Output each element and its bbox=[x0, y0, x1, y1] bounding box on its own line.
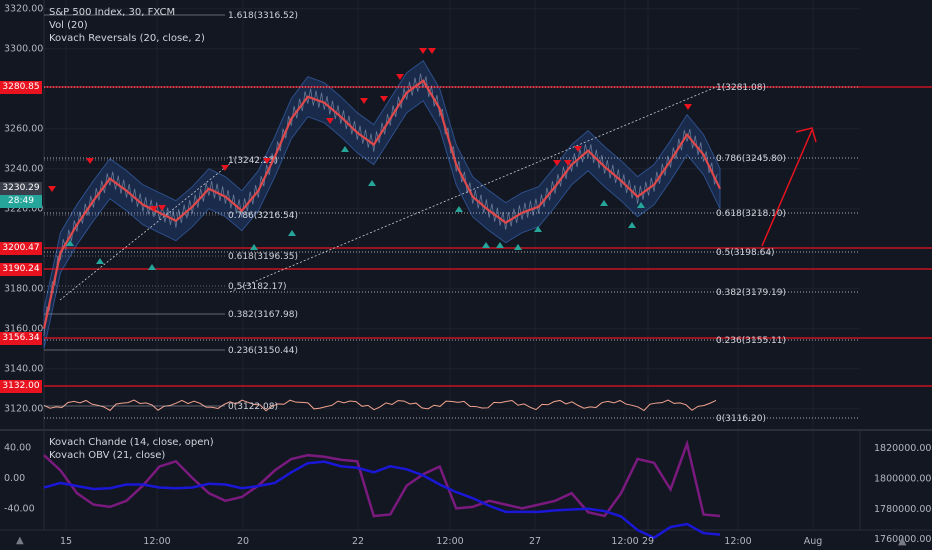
up-arrow-marker bbox=[288, 230, 296, 236]
fib-label-left: 0(3122.08) bbox=[228, 402, 278, 412]
x-tick-label: 15 bbox=[60, 536, 72, 547]
x-tick-label: 29 bbox=[642, 536, 654, 547]
axes: 15 12:00 20 22 12:00 27 12:00 29 12:00 Aug 3320.00… bbox=[4, 4, 931, 547]
y-tick-label: 3320.00 bbox=[4, 4, 43, 15]
fib-label-left: 0.382(3167.98) bbox=[228, 310, 298, 320]
x-tick-label: 12:00 bbox=[611, 536, 638, 547]
up-arrow-marker bbox=[482, 242, 490, 248]
last-price-tag: 3230.29 bbox=[0, 182, 42, 195]
down-arrow-marker bbox=[428, 48, 436, 54]
y-tick-label: 3140.00 bbox=[4, 364, 43, 375]
lower-y-tick: -40.00 bbox=[4, 503, 35, 514]
annotation-arrow bbox=[761, 127, 817, 247]
fib-label-left: 0.236(3150.44) bbox=[228, 346, 298, 356]
countdown-tag: 28:49 bbox=[0, 195, 42, 208]
main-legend: S&P 500 Index, 30, FXCM Vol (20) Kovach … bbox=[49, 6, 205, 45]
kovach-chande-legend: Kovach Chande (14, close, open) bbox=[49, 437, 214, 448]
down-arrow-marker bbox=[360, 98, 368, 104]
fib-label-right: 0.236(3155.11) bbox=[716, 336, 786, 346]
kovach-obv-line bbox=[43, 460, 721, 540]
up-arrow-marker bbox=[600, 200, 608, 206]
level-tag-3156: 3156.34 bbox=[0, 332, 42, 345]
lower-y-tick: 0.00 bbox=[4, 473, 25, 484]
x-tick-label: 12:00 bbox=[724, 536, 751, 547]
level-tag-3200: 3200.47 bbox=[0, 242, 42, 255]
up-arrow-marker bbox=[341, 146, 349, 152]
up-arrow-marker bbox=[96, 258, 104, 264]
down-arrow-marker bbox=[419, 48, 427, 54]
x-tick-label: 22 bbox=[352, 536, 364, 547]
symbol-title: S&P 500 Index, 30, FXCM bbox=[49, 7, 176, 18]
level-tag-3280: 3280.85 bbox=[0, 81, 42, 94]
up-arrow-marker bbox=[514, 244, 522, 250]
fib-label-right: 0(3116.20) bbox=[716, 414, 766, 424]
up-arrow-marker bbox=[496, 242, 504, 248]
chart-canvas[interactable]: 1.618(3316.52)1(3242.25)0.786(3216.54)0.… bbox=[0, 0, 932, 550]
x-tick-label: Aug bbox=[804, 536, 823, 547]
x-tick-label: 12:00 bbox=[436, 536, 463, 547]
fib-label-right: 1(3281.08) bbox=[716, 83, 766, 93]
settings-icon[interactable]: ▲ bbox=[898, 534, 906, 547]
up-arrow-marker bbox=[368, 180, 376, 186]
level-tag-3190: 3190.24 bbox=[0, 263, 42, 276]
y-tick-label: 3240.00 bbox=[4, 164, 43, 175]
lower-legend: Kovach Chande (14, close, open) Kovach O… bbox=[49, 436, 214, 462]
down-arrow-marker bbox=[380, 96, 388, 102]
projection-arrow-shaft bbox=[761, 129, 813, 247]
x-tick-label: 12:00 bbox=[143, 536, 170, 547]
volume-legend: Vol (20) bbox=[49, 20, 88, 31]
up-arrow-marker bbox=[250, 244, 258, 250]
fib-label-right: 0.5(3198.64) bbox=[716, 248, 775, 258]
lower-y-tick: 40.00 bbox=[4, 443, 31, 454]
fib-label-right: 0.382(3179.19) bbox=[716, 288, 786, 298]
level-tag-3132: 3132.00 bbox=[0, 380, 42, 393]
fib-label-left: 0.5(3182.17) bbox=[228, 282, 287, 292]
y-tick-label: 3260.00 bbox=[4, 124, 43, 135]
kovach-obv-legend: Kovach OBV (21, close) bbox=[49, 450, 166, 461]
y-tick-label: 3180.00 bbox=[4, 284, 43, 295]
up-arrow-marker bbox=[628, 222, 636, 228]
tradingview-logo-icon[interactable]: ▲ bbox=[16, 535, 24, 546]
down-arrow-marker bbox=[86, 158, 94, 164]
obv-axis-tick: 1820000.00 bbox=[874, 443, 931, 454]
obv-axis-tick: 1800000.00 bbox=[874, 473, 931, 484]
y-tick-label: 3300.00 bbox=[4, 44, 43, 55]
down-arrow-marker bbox=[684, 104, 692, 110]
reversals-legend: Kovach Reversals (20, close, 2) bbox=[49, 33, 205, 44]
fib-label-left: 1.618(3316.52) bbox=[228, 11, 298, 21]
y-tick-label: 3120.00 bbox=[4, 404, 43, 415]
down-arrow-marker bbox=[221, 165, 229, 171]
up-arrow-marker bbox=[148, 264, 156, 270]
x-tick-label: 20 bbox=[237, 536, 249, 547]
x-tick-label: 27 bbox=[529, 536, 541, 547]
fib-label-right: 0.786(3245.80) bbox=[716, 154, 786, 164]
fib-label-left: 0.618(3196.35) bbox=[228, 252, 298, 262]
obv-axis-tick: 1780000.00 bbox=[874, 504, 931, 515]
down-arrow-marker bbox=[48, 186, 56, 192]
